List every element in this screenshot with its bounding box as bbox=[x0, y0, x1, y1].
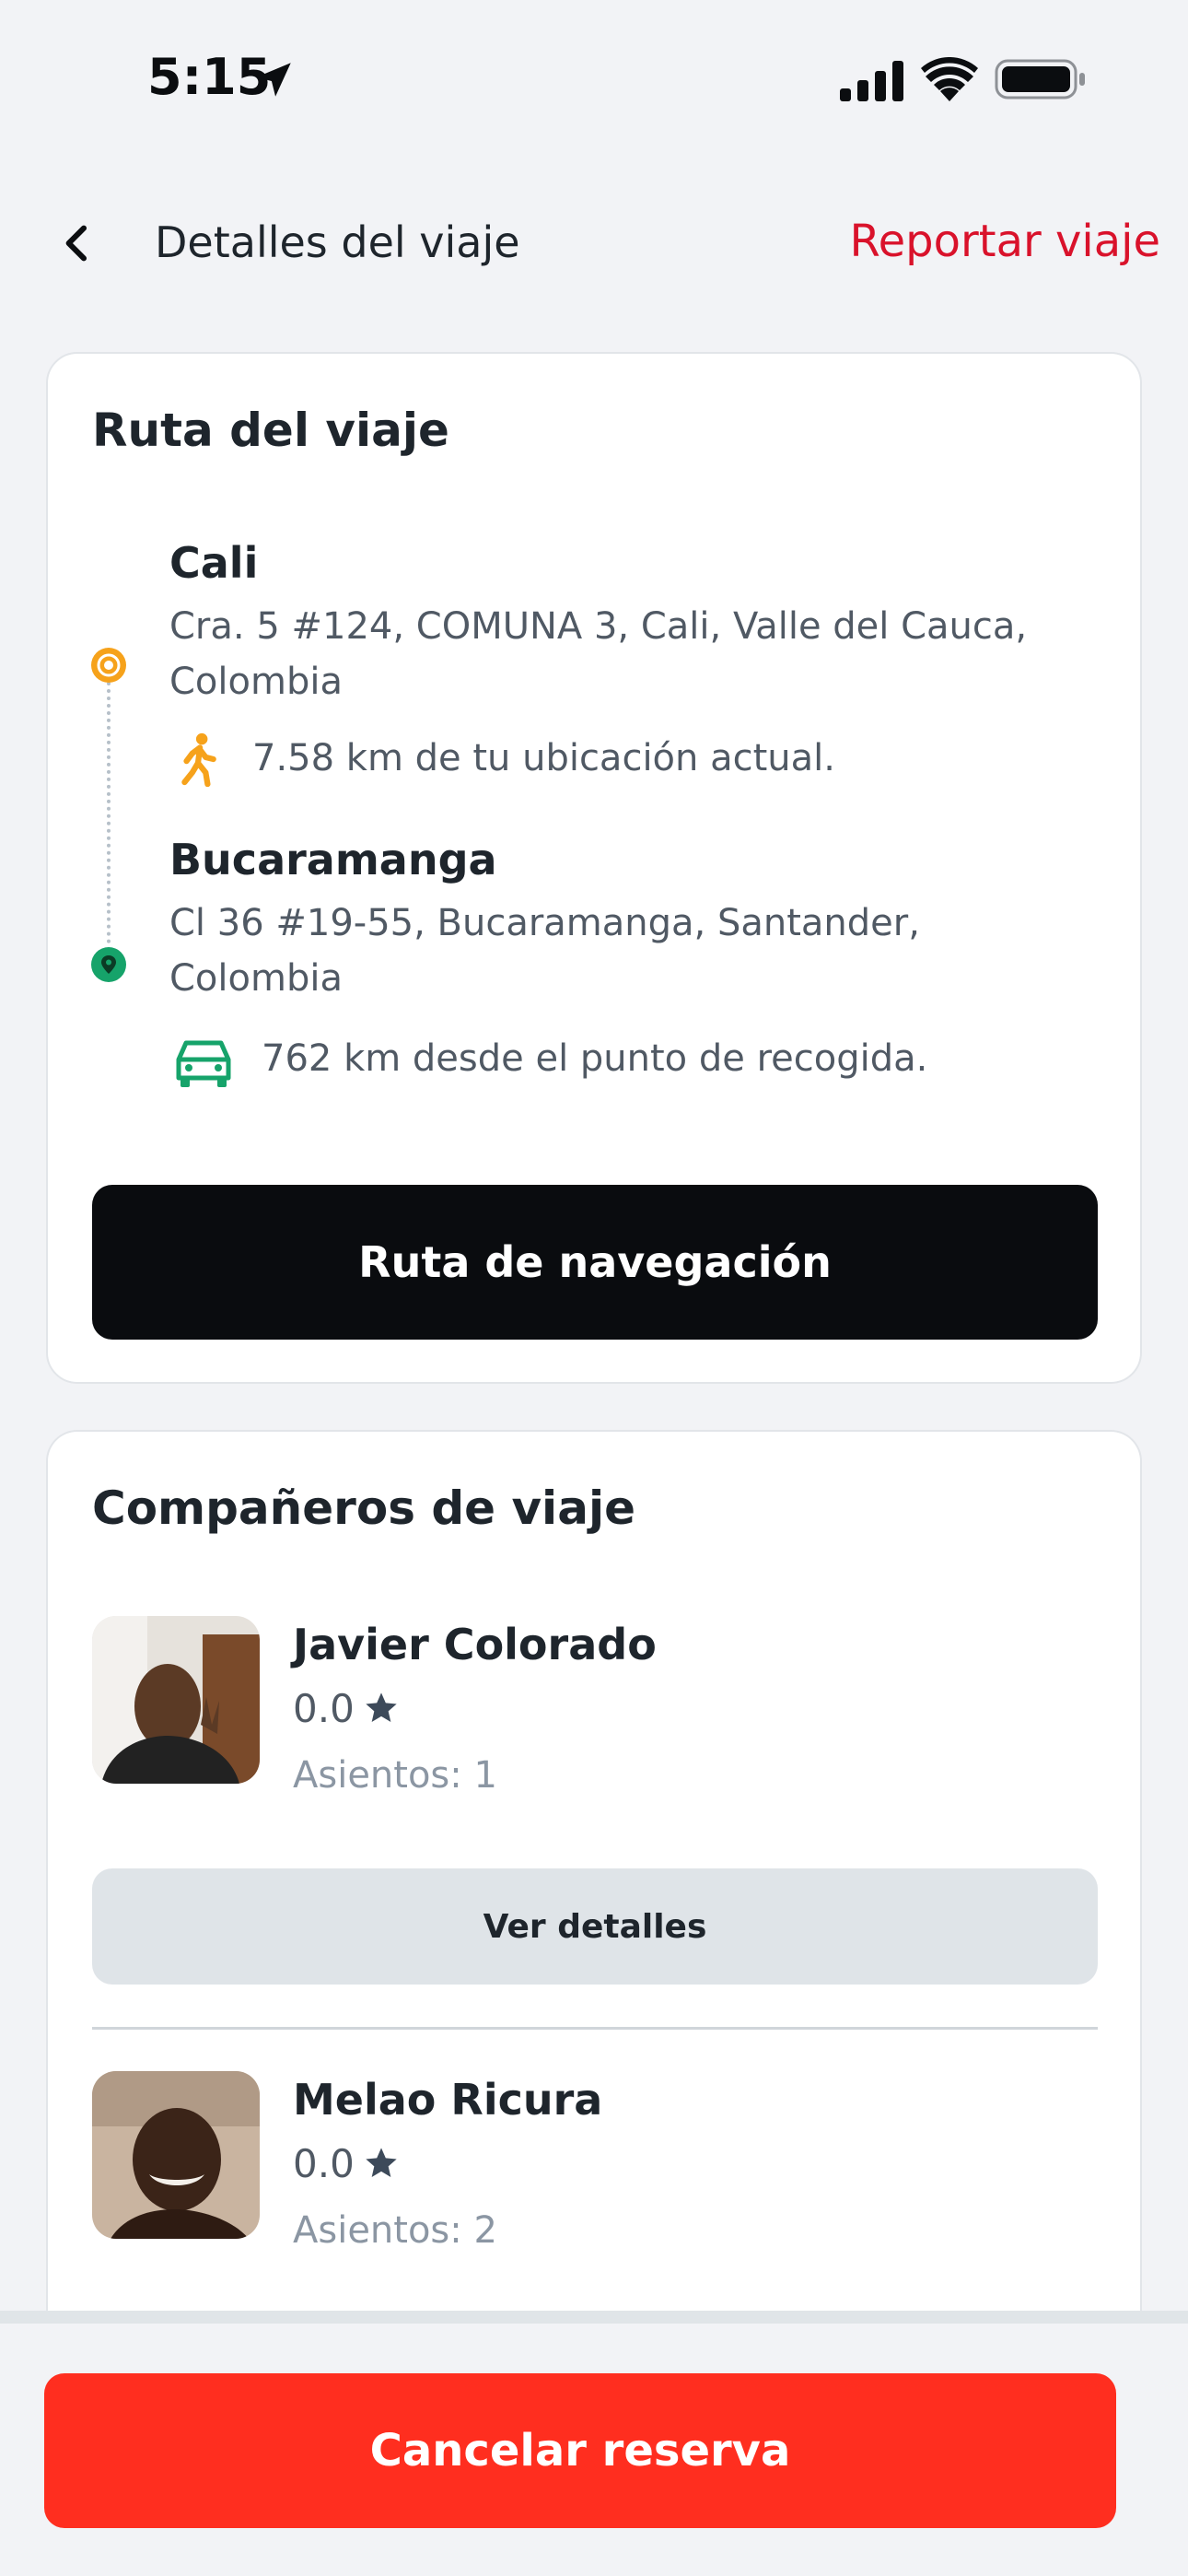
bottom-action-bar: Cancelar reserva bbox=[0, 2311, 1188, 2576]
battery-icon bbox=[995, 59, 1085, 100]
wifi-icon bbox=[921, 57, 978, 101]
avatar[interactable] bbox=[92, 1616, 260, 1784]
origin-distance-text: 7.58 km de tu ubicación actual. bbox=[252, 737, 835, 779]
destination-distance-text: 762 km desde el punto de recogida. bbox=[262, 1037, 928, 1080]
destination-address: Cl 36 #19-55, Bucaramanga, Santander, Co… bbox=[169, 902, 920, 1000]
companion-name: Melao Ricura bbox=[293, 2075, 603, 2125]
car-icon bbox=[176, 1040, 231, 1087]
origin-city: Cali bbox=[169, 538, 259, 588]
travel-companions-card: Compañeros de viaje Javier Colorado 0.0 … bbox=[46, 1430, 1142, 2314]
navigation-route-button[interactable]: Ruta de navegación bbox=[92, 1185, 1098, 1340]
companion-rating: 0.0 bbox=[293, 2141, 355, 2186]
companion-rating: 0.0 bbox=[293, 1686, 355, 1731]
trip-details-screen: 5:15 Detalles del viaje Reportar viaje R… bbox=[0, 0, 1188, 2576]
route-timeline-line bbox=[107, 667, 111, 943]
companion-name: Javier Colorado bbox=[293, 1620, 657, 1669]
page-title: Detalles del viaje bbox=[155, 217, 520, 267]
report-trip-link[interactable]: Reportar viaje bbox=[849, 216, 1160, 267]
origin-address: Cra. 5 #124, COMUNA 3, Cali, Valle del C… bbox=[169, 605, 1028, 703]
avatar-photo-melao bbox=[92, 2071, 260, 2239]
companion-divider bbox=[92, 2027, 1098, 2030]
view-details-button[interactable]: Ver detalles bbox=[92, 1868, 1098, 1985]
location-arrow-icon bbox=[256, 63, 291, 97]
cellular-signal-icon bbox=[840, 61, 903, 101]
destination-marker-icon bbox=[91, 947, 126, 982]
header-bar: Detalles del viaje Reportar viaje bbox=[0, 157, 1188, 318]
star-icon bbox=[366, 1692, 397, 1722]
cancel-reservation-button[interactable]: Cancelar reserva bbox=[44, 2373, 1116, 2528]
route-card-title: Ruta del viaje bbox=[92, 404, 449, 457]
origin-marker-icon bbox=[91, 648, 126, 683]
walking-person-icon bbox=[181, 732, 216, 787]
companion-seats: Asientos: 1 bbox=[293, 1754, 497, 1797]
trip-route-card: Ruta del viaje Cali Cra. 5 #124, COMUNA … bbox=[46, 352, 1142, 1384]
status-bar: 5:15 bbox=[0, 0, 1188, 157]
avatar[interactable] bbox=[92, 2071, 260, 2239]
chevron-left-icon[interactable] bbox=[52, 217, 103, 269]
avatar-photo-javier bbox=[92, 1616, 260, 1784]
destination-city: Bucaramanga bbox=[169, 835, 497, 884]
companion-seats: Asientos: 2 bbox=[293, 2209, 497, 2252]
companions-card-title: Compañeros de viaje bbox=[92, 1481, 635, 1535]
star-icon bbox=[366, 2148, 397, 2177]
